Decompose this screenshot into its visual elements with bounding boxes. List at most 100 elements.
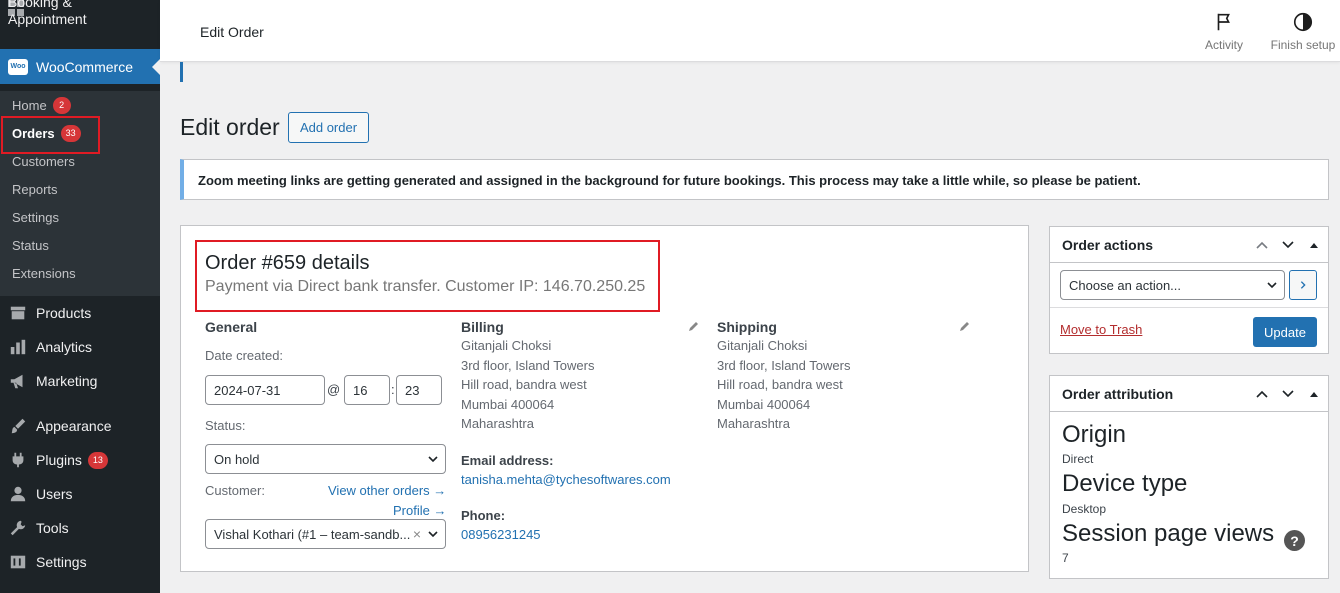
sidebar-item-label: Marketing bbox=[36, 373, 98, 389]
top-bar: Edit Order Activity Finish setup bbox=[160, 0, 1340, 62]
billing-email-link[interactable]: tanisha.mehta@tychesoftwares.com bbox=[461, 472, 671, 487]
half-circle-icon bbox=[1293, 12, 1313, 32]
customer-label: Customer: bbox=[205, 483, 265, 498]
brush-icon bbox=[8, 416, 28, 436]
billing-address-line: 3rd floor, Island Towers bbox=[461, 357, 595, 373]
edit-billing-pencil-icon[interactable] bbox=[688, 320, 700, 332]
session-page-views-value: 7 bbox=[1062, 551, 1069, 565]
help-icon[interactable]: ? bbox=[1284, 530, 1305, 551]
billing-address-line: Mumbai 400064 bbox=[461, 396, 555, 412]
billing-address-line: Hill road, bandra west bbox=[461, 377, 587, 392]
customer-value: Vishal Kothari (#1 – team-sandb... bbox=[214, 526, 411, 542]
sidebar-item-appearance[interactable]: Appearance bbox=[0, 409, 160, 443]
submenu-label: Customers bbox=[12, 153, 75, 169]
submenu-item-home[interactable]: Home 2 bbox=[0, 91, 160, 119]
submenu-label: Settings bbox=[12, 209, 59, 225]
submenu-item-status[interactable]: Status bbox=[0, 231, 160, 259]
general-heading: General bbox=[205, 319, 258, 335]
sliders-icon bbox=[8, 552, 28, 572]
shipping-address-line: Maharashtra bbox=[717, 416, 790, 431]
sidebar-item-booking[interactable]: Booking & Appointment bbox=[0, 0, 160, 27]
chevron-down-icon bbox=[428, 531, 438, 538]
move-to-trash-link[interactable]: Move to Trash bbox=[1060, 322, 1142, 337]
minute-input[interactable]: 23 bbox=[396, 375, 442, 405]
caret-up-icon[interactable] bbox=[1306, 237, 1322, 253]
order-payment-info: Payment via Direct bank transfer. Custom… bbox=[205, 278, 646, 295]
customer-select[interactable]: Vishal Kothari (#1 – team-sandb... × bbox=[205, 519, 446, 549]
status-value: On hold bbox=[214, 451, 260, 467]
order-action-select[interactable]: Choose an action... bbox=[1060, 270, 1285, 300]
home-count-badge: 2 bbox=[52, 96, 71, 114]
sidebar-item-woocommerce[interactable]: Woo WooCommerce bbox=[0, 49, 160, 84]
sidebar-item-plugins[interactable]: Plugins 13 bbox=[0, 443, 160, 477]
sidebar-item-label: Plugins bbox=[36, 452, 82, 468]
sidebar-item-label: Appointment bbox=[8, 11, 87, 27]
sidebar-item-analytics[interactable]: Analytics bbox=[0, 330, 160, 364]
sidebar-item-label: Settings bbox=[36, 554, 87, 570]
submenu-label: Reports bbox=[12, 181, 58, 197]
chevron-up-icon[interactable] bbox=[1254, 386, 1270, 402]
order-title: Order #659 details bbox=[205, 252, 370, 274]
billing-address: Gitanjali Choksi 3rd floor, Island Tower… bbox=[461, 336, 594, 434]
sidebar-item-label: WooCommerce bbox=[36, 58, 133, 75]
shipping-address-line: Hill road, bandra west bbox=[717, 377, 843, 392]
add-order-button[interactable]: Add order bbox=[288, 112, 369, 143]
chevron-down-icon[interactable] bbox=[1280, 386, 1296, 402]
sidebar-item-tools[interactable]: Tools bbox=[0, 511, 160, 545]
status-select[interactable]: On hold bbox=[205, 444, 446, 474]
sidebar-item-settings[interactable]: Settings bbox=[0, 545, 160, 579]
order-actions-header: Order actions bbox=[1050, 227, 1328, 263]
chevron-up-icon[interactable] bbox=[1254, 237, 1270, 253]
wrench-icon bbox=[8, 518, 28, 538]
profile-link[interactable]: Profile → bbox=[393, 503, 446, 518]
update-button[interactable]: Update bbox=[1253, 317, 1317, 347]
clear-customer-icon[interactable]: × bbox=[413, 526, 421, 542]
shipping-address-line: Mumbai 400064 bbox=[717, 396, 811, 412]
order-actions-box: Order actions Choose an action... Move t… bbox=[1049, 226, 1329, 354]
origin-value: Direct bbox=[1062, 452, 1094, 466]
sidebar-item-label: Appearance bbox=[36, 418, 112, 434]
shipping-address-line: 3rd floor, Island Towers bbox=[717, 357, 851, 373]
finish-setup-label: Finish setup bbox=[1270, 38, 1336, 52]
status-label: Status: bbox=[205, 418, 246, 433]
order-action-value: Choose an action... bbox=[1069, 277, 1182, 293]
billing-address-line: Maharashtra bbox=[461, 416, 534, 431]
chevron-down-icon bbox=[428, 456, 438, 463]
view-other-orders-link[interactable]: View other orders → bbox=[328, 483, 446, 498]
finish-setup-button[interactable]: Finish setup bbox=[1266, 10, 1340, 52]
plugins-count-badge: 13 bbox=[87, 451, 108, 469]
caret-up-icon[interactable] bbox=[1306, 386, 1322, 402]
chevron-right-icon bbox=[1300, 281, 1306, 289]
submenu-item-extensions[interactable]: Extensions bbox=[0, 259, 160, 287]
time-colon: : bbox=[391, 382, 395, 397]
apply-action-button[interactable] bbox=[1289, 270, 1317, 300]
shipping-address-line: Gitanjali Choksi bbox=[717, 338, 808, 353]
order-attribution-box: Order attribution Origin Direct Device t… bbox=[1049, 375, 1329, 579]
sidebar-menu: Products Analytics Marketing Appearance … bbox=[0, 296, 160, 579]
activity-label: Activity bbox=[1204, 38, 1243, 52]
billing-phone-link[interactable]: 08956231245 bbox=[461, 527, 541, 542]
edit-shipping-pencil-icon[interactable] bbox=[959, 320, 971, 332]
page-title: Edit Order bbox=[200, 24, 264, 40]
notice-stub-border bbox=[180, 62, 183, 82]
bar-chart-icon bbox=[8, 337, 28, 357]
order-attribution-title: Order attribution bbox=[1062, 385, 1174, 402]
zoom-notice: Zoom meeting links are getting generated… bbox=[180, 159, 1329, 200]
submenu-item-settings[interactable]: Settings bbox=[0, 203, 160, 231]
sidebar-item-marketing[interactable]: Marketing bbox=[0, 364, 160, 398]
origin-label: Origin bbox=[1062, 421, 1127, 448]
sidebar-item-products[interactable]: Products bbox=[0, 296, 160, 330]
page-heading: Edit order bbox=[180, 114, 280, 140]
hour-input[interactable]: 16 bbox=[344, 375, 390, 405]
session-page-views-label: Session page views bbox=[1062, 520, 1275, 547]
activity-button[interactable]: Activity bbox=[1200, 10, 1248, 52]
archive-icon bbox=[8, 303, 28, 323]
chevron-down-icon[interactable] bbox=[1280, 237, 1296, 253]
at-separator: @ bbox=[327, 382, 341, 397]
submenu-label: Extensions bbox=[12, 265, 76, 281]
date-created-input[interactable]: 2024-07-31 bbox=[205, 375, 325, 405]
device-type-value: Desktop bbox=[1062, 502, 1107, 516]
phone-label: Phone: bbox=[461, 508, 506, 523]
submenu-item-reports[interactable]: Reports bbox=[0, 175, 160, 203]
sidebar-item-users[interactable]: Users bbox=[0, 477, 160, 511]
